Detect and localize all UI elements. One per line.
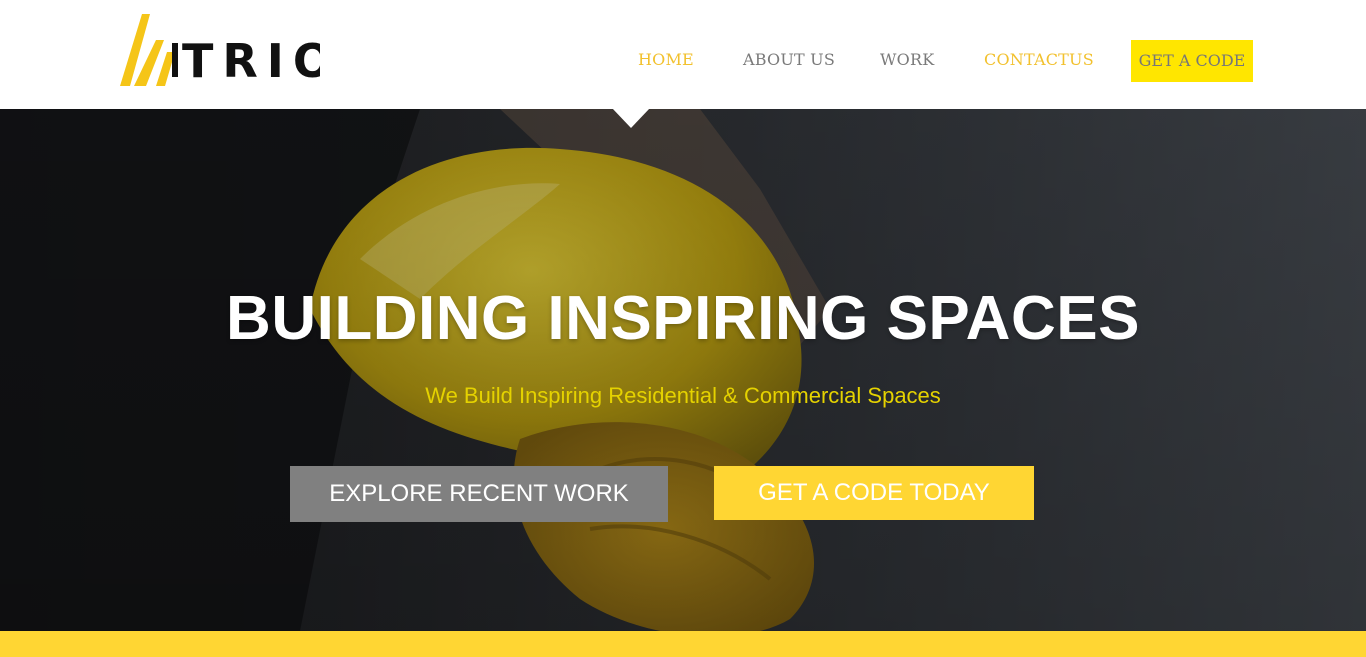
hero-section: BUILDING INSPIRING SPACES We Build Inspi… bbox=[0, 109, 1366, 631]
site-header: TRION HOME ABOUT US WORK CONTACTUS GET A… bbox=[0, 0, 1366, 109]
main-nav: HOME ABOUT US WORK CONTACTUS GET A CODE bbox=[0, 40, 1366, 82]
hero-title: BUILDING INSPIRING SPACES bbox=[226, 284, 1140, 353]
nav-home[interactable]: HOME bbox=[638, 50, 694, 69]
bottom-accent-bar bbox=[0, 631, 1366, 657]
get-a-code-button[interactable]: GET A CODE bbox=[1131, 40, 1253, 82]
active-nav-indicator bbox=[612, 108, 650, 128]
explore-recent-work-button[interactable]: EXPLORE RECENT WORK bbox=[290, 466, 668, 522]
nav-contact-us[interactable]: CONTACTUS bbox=[984, 50, 1094, 69]
get-a-code-today-button[interactable]: GET A CODE TODAY bbox=[714, 466, 1034, 520]
nav-about-us[interactable]: ABOUT US bbox=[743, 50, 835, 69]
hero-background-image bbox=[0, 109, 1366, 631]
nav-work[interactable]: WORK bbox=[880, 50, 934, 69]
hero-subtitle: We Build Inspiring Residential & Commerc… bbox=[425, 383, 941, 408]
